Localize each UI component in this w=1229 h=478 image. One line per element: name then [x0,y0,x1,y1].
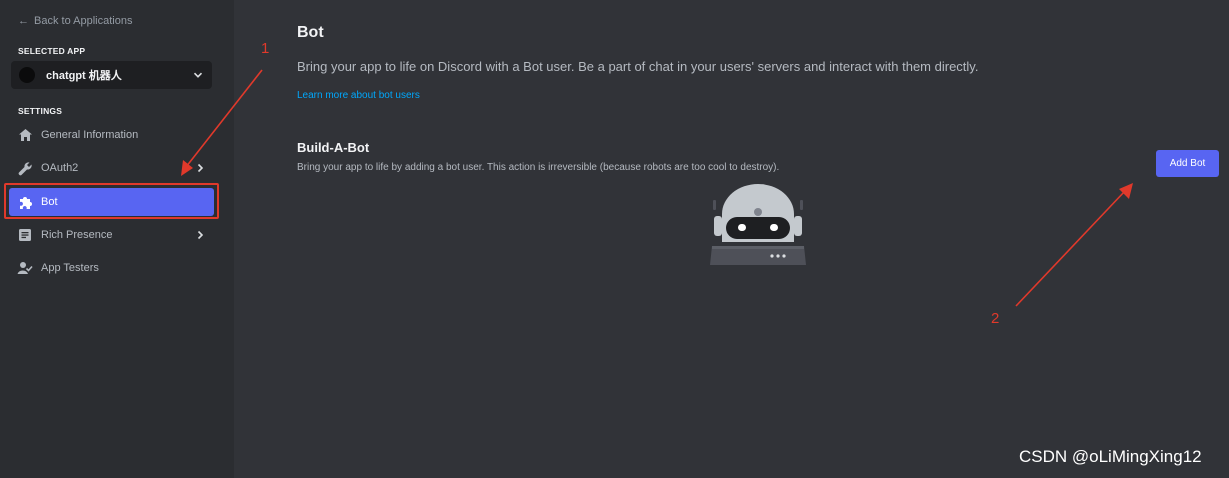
chevron-down-icon [192,69,204,81]
page-title: Bot [297,24,324,41]
settings-heading: SETTINGS [18,106,63,116]
home-icon [17,127,33,143]
back-to-applications-link[interactable]: ← Back to Applications [18,15,132,27]
sidebar-item-oauth2[interactable]: OAuth2 [9,154,214,182]
arrow-left-icon: ← [18,15,29,27]
robot-illustration [710,184,806,265]
sidebar-item-label: OAuth2 [41,162,79,174]
sidebar-item-rich-presence[interactable]: Rich Presence [9,221,214,249]
user-check-icon [17,260,33,276]
sidebar-item-general-information[interactable]: General Information [9,121,214,149]
puzzle-icon [17,194,33,210]
watermark: CSDN @oLiMingXing12 [1019,447,1202,466]
build-a-bot-title: Build-A-Bot [297,140,370,155]
sidebar-item-label: App Testers [41,262,99,274]
back-link-label: Back to Applications [34,15,133,27]
build-a-bot-description: Bring your app to life by adding a bot u… [297,162,780,173]
app-selector-dropdown[interactable]: chatgpt 机器人 [11,61,212,89]
wrench-icon [17,160,33,176]
annotation-number-1: 1 [261,40,270,57]
learn-more-link[interactable]: Learn more about bot users [297,90,420,101]
sidebar-item-bot[interactable]: Bot [9,188,214,216]
sidebar-item-label: General Information [41,129,139,141]
add-bot-button[interactable]: Add Bot [1156,150,1219,177]
app-name: chatgpt 机器人 [46,70,122,82]
sidebar-item-label: Rich Presence [41,229,113,241]
selected-app-heading: SELECTED APP [18,46,86,56]
sidebar-item-app-testers[interactable]: App Testers [9,254,214,282]
main-content: Bot Bring your app to life on Discord wi… [234,0,1229,478]
annotation-number-2: 2 [991,310,1000,327]
page-description: Bring your app to life on Discord with a… [297,59,979,74]
document-icon [17,227,33,243]
sidebar-item-label: Bot [41,196,58,208]
sidebar: ← Back to Applications SELECTED APP chat… [0,0,234,478]
chevron-right-icon [194,162,206,174]
chevron-right-icon [194,229,206,241]
app-avatar [19,67,35,83]
